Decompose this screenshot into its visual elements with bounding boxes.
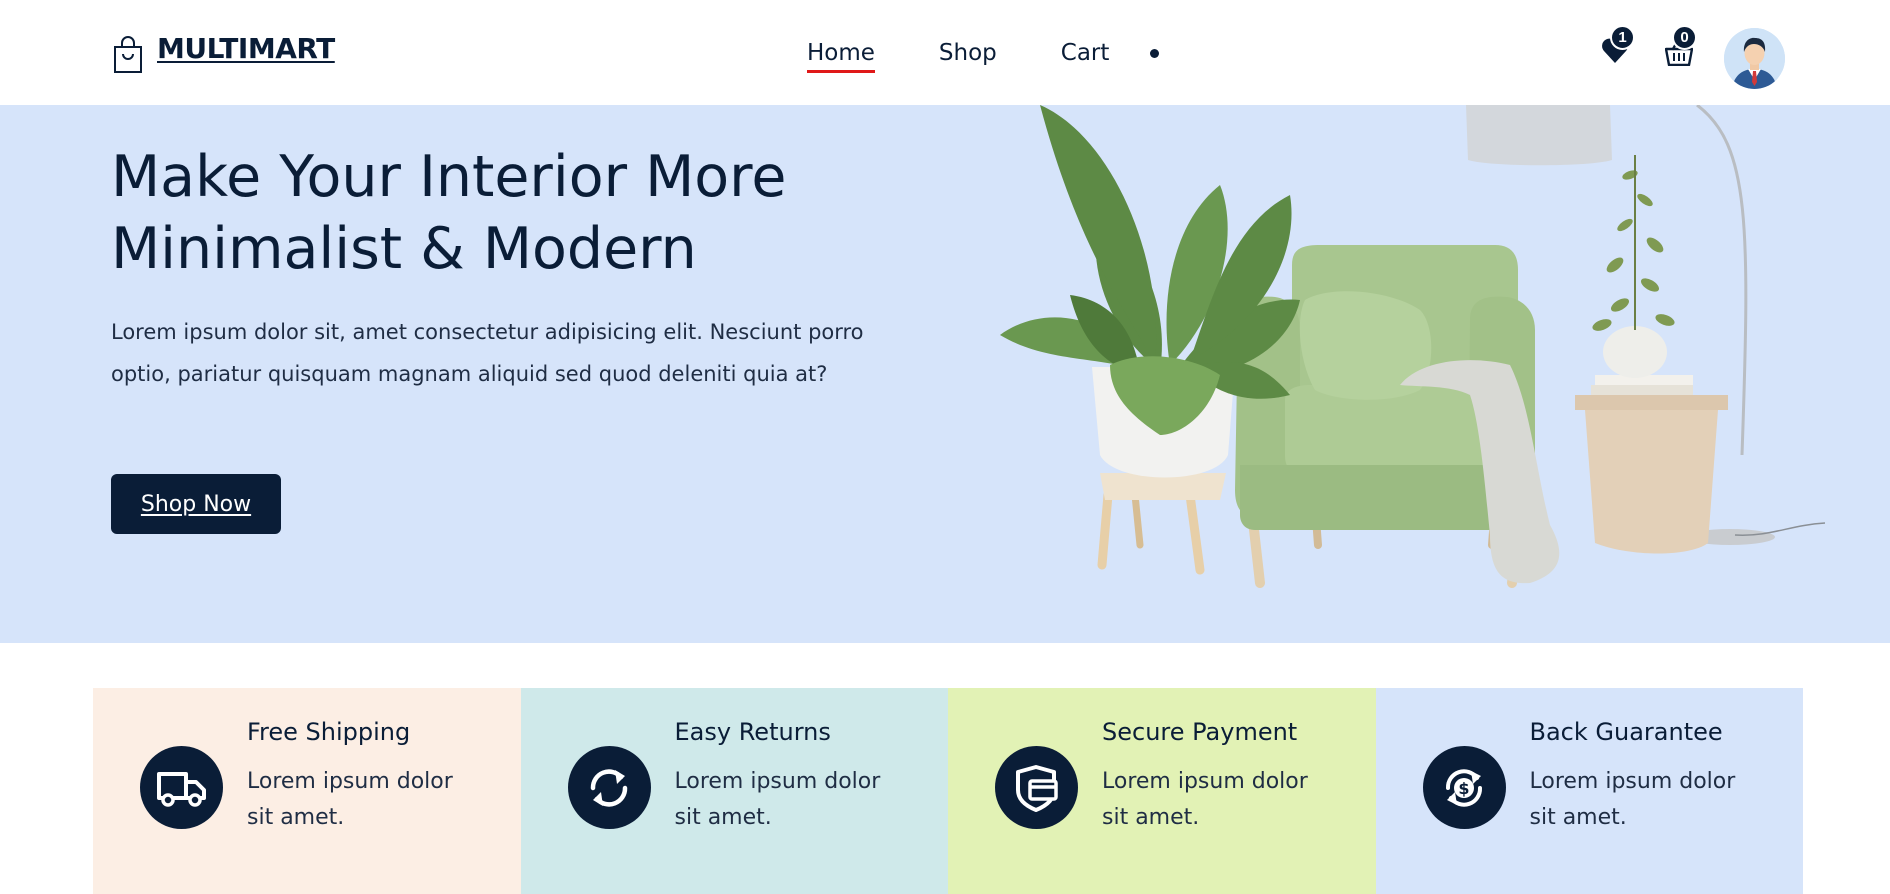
service-title: Secure Payment [1102, 718, 1298, 746]
nav-dot-indicator [1150, 48, 1160, 58]
service-title: Easy Returns [674, 718, 831, 746]
truck-icon [140, 746, 223, 829]
service-title: Free Shipping [247, 718, 411, 746]
hero-section: Make Your Interior More Minimalist & Mod… [0, 105, 1890, 643]
service-text: Lorem ipsum dolor sit amet. [1529, 769, 1736, 830]
hero-description: Lorem ipsum dolor sit, amet consectetur … [111, 320, 864, 386]
user-avatar-illustration [1724, 28, 1785, 89]
service-card-secure-payment: Secure Payment Lorem ipsum dolor sit ame… [948, 688, 1376, 894]
service-card-back-guarantee: $ Back Guarantee Lorem ipsum dolor sit a… [1375, 688, 1803, 894]
service-text: Lorem ipsum dolor sit amet. [247, 769, 453, 830]
service-title: Back Guarantee [1529, 718, 1723, 746]
service-text: Lorem ipsum dolor sit amet. [1102, 769, 1308, 830]
nav-home[interactable]: Home [807, 40, 875, 73]
svg-text:$: $ [1458, 779, 1469, 798]
shopping-bag-icon [114, 36, 142, 73]
hero-furniture-image [1000, 105, 1826, 588]
secure-card-icon [995, 746, 1078, 829]
brand-logo[interactable]: MULTIMART [111, 32, 335, 74]
side-table-top [1575, 395, 1728, 410]
main-nav: Home Shop Cart [807, 40, 1160, 73]
nav-cart[interactable]: Cart [1061, 40, 1110, 66]
service-card-easy-returns: Easy Returns Lorem ipsum dolor sit amet. [520, 688, 948, 894]
side-table-base [1585, 410, 1718, 554]
wishlist-count-badge: 1 [1610, 25, 1635, 50]
cart-count-badge: 0 [1672, 25, 1697, 50]
lamp-shade [1466, 105, 1612, 166]
service-card-free-shipping: Free Shipping Lorem ipsum dolor sit amet… [93, 688, 521, 894]
brand-name: MULTIMART [157, 32, 335, 65]
site-header: MULTIMART Home Shop Cart 1 0 [0, 0, 1890, 105]
money-back-icon: $ [1422, 746, 1506, 829]
refresh-icon [567, 746, 651, 829]
service-text: Lorem ipsum dolor sit amet. [674, 769, 881, 830]
nav-shop[interactable]: Shop [939, 40, 997, 66]
shop-now-button[interactable]: Shop Now [111, 474, 281, 534]
vase [1603, 326, 1667, 378]
services-section: Free Shipping Lorem ipsum dolor sit amet… [93, 688, 1803, 894]
hero-title: Make Your Interior More Minimalist & Mod… [111, 144, 787, 282]
user-avatar[interactable] [1724, 28, 1785, 89]
